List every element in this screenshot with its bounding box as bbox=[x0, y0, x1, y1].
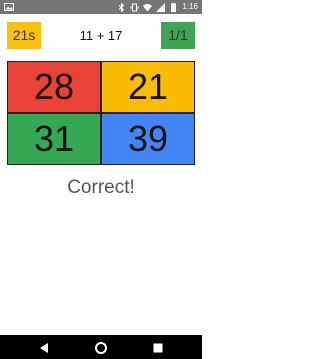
wifi-icon bbox=[143, 3, 153, 12]
battery-icon bbox=[169, 2, 178, 12]
answer-button-1[interactable]: 28 bbox=[8, 62, 100, 112]
result-message: Correct! bbox=[67, 177, 135, 198]
answer-grid: 28 21 31 39 bbox=[7, 61, 195, 165]
image-icon bbox=[4, 2, 14, 12]
answer-button-4[interactable]: 39 bbox=[102, 114, 194, 164]
home-icon[interactable] bbox=[95, 341, 107, 354]
answer-button-2[interactable]: 21 bbox=[102, 62, 194, 112]
vibrate-icon bbox=[130, 3, 139, 12]
recent-apps-icon[interactable] bbox=[152, 341, 164, 353]
status-bar: 1:16 bbox=[0, 0, 202, 14]
score-label: 1/1 bbox=[161, 22, 195, 49]
back-icon[interactable] bbox=[38, 341, 50, 353]
status-time: 1:16 bbox=[182, 2, 198, 11]
answer-button-3[interactable]: 31 bbox=[8, 114, 100, 164]
navigation-bar bbox=[0, 335, 202, 359]
bluetooth-icon bbox=[117, 1, 126, 13]
question-label: 11 + 17 bbox=[79, 28, 123, 43]
timer-label: 21s bbox=[7, 22, 41, 49]
signal-icon bbox=[156, 2, 166, 12]
